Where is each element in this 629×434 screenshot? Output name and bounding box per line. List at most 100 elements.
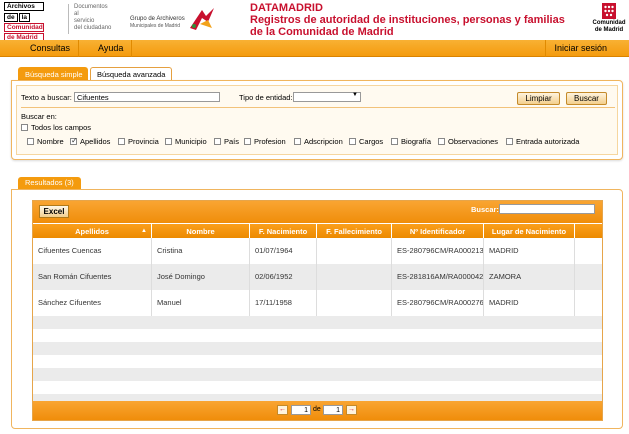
grid-pager: ← de → [33, 401, 602, 420]
tab-resultados[interactable]: Resultados (3) [18, 177, 81, 189]
empty-row [33, 342, 602, 355]
cm-label: de Madrid [594, 27, 624, 33]
field-label: Adscripcion [304, 137, 343, 146]
col-apellidos[interactable]: Apellidos ▲ [33, 224, 152, 239]
cell: Cifuentes Cuencas [33, 238, 152, 264]
field-label: Nombre [37, 137, 64, 146]
col-f-nacimiento[interactable]: F. Nacimiento [250, 224, 317, 239]
grid-toolbar: Excel Buscar: [33, 201, 602, 223]
cell: Sánchez Cifuentes [33, 290, 152, 316]
texto-label: Texto a buscar: [21, 93, 72, 102]
grupo-archiveros-logo[interactable]: Grupo de Archiveros Municipales de Madri… [130, 16, 185, 30]
logo-line: Comunidad [4, 23, 44, 32]
grid-search-input[interactable] [499, 204, 595, 214]
grupo-line: Municipales de Madrid [130, 23, 181, 29]
logo-line: de [4, 13, 18, 22]
empty-row [33, 368, 602, 381]
tab-busqueda-simple[interactable]: Búsqueda simple [18, 67, 88, 80]
comunidad-madrid-logo[interactable]: Comunidad de Madrid [592, 3, 626, 35]
field-label: País [224, 137, 240, 146]
col-lugar-nacimiento[interactable]: Lugar de Nacimiento [484, 224, 575, 239]
chevron-down-icon: ▼ [352, 92, 358, 98]
field-label: Municipio [175, 137, 207, 146]
todos-checkbox[interactable] [21, 124, 28, 131]
cell: MADRID [484, 238, 575, 264]
tipo-select[interactable]: ▼ [293, 92, 361, 102]
cell: ES-280796CM/RA000213 [392, 238, 484, 264]
cargos-checkbox[interactable] [349, 138, 356, 145]
excel-button[interactable]: Excel [39, 205, 69, 218]
cell: José Domingo [152, 264, 250, 290]
nav-login[interactable]: Iniciar sesión [545, 40, 615, 57]
grid-header: Apellidos ▲ Nombre F. Nacimiento F. Falle… [33, 223, 602, 239]
docs-line: del ciudadano [74, 25, 112, 31]
grid-rows: Cifuentes Cuencas Cristina 01/07/1964 ES… [33, 238, 602, 401]
cell: ES-280796CM/RA000276 [392, 290, 484, 316]
logo-line: Archivos [4, 2, 44, 11]
title-sub: de la Comunidad de Madrid [250, 26, 394, 38]
table-row[interactable]: San Román Cifuentes José Domingo 02/06/1… [33, 264, 602, 290]
tab-busqueda-avanzada[interactable]: Búsqueda avanzada [90, 67, 172, 80]
grupo-line: Grupo de Archiveros [130, 16, 185, 22]
field-label: Provincia [128, 137, 159, 146]
texto-input[interactable] [74, 92, 220, 102]
title-main: DATAMADRID [250, 2, 323, 14]
nav-consultas[interactable]: Consultas [22, 40, 80, 57]
cell [317, 264, 392, 290]
limpiar-button[interactable]: Limpiar [517, 92, 560, 105]
pager-of-label: de [313, 406, 321, 413]
observaciones-checkbox[interactable] [438, 138, 445, 145]
page-input[interactable] [291, 405, 311, 415]
cm-label: Comunidad [592, 20, 626, 26]
table-row[interactable]: Sánchez Cifuentes Manuel 17/11/1958 ES-2… [33, 290, 602, 316]
buscar-en-label: Buscar en: [21, 112, 57, 121]
search-panel: Texto a buscar: Tipo de entidad: ▼ Limpi… [11, 80, 623, 160]
pais-checkbox[interactable] [214, 138, 221, 145]
cell [317, 290, 392, 316]
col-label: Apellidos [75, 227, 109, 236]
apellidos-checkbox[interactable] [70, 136, 78, 145]
profesion-checkbox[interactable] [244, 138, 251, 145]
cell: 02/06/1952 [250, 264, 317, 290]
biografia-checkbox[interactable] [391, 138, 398, 145]
nav-ayuda[interactable]: Ayuda [90, 40, 133, 57]
app-header: Archivos de la Comunidad de Madrid Docume… [0, 0, 629, 42]
field-label: Entrada autorizada [516, 137, 580, 146]
docs-tagline: Documentos al servicio del ciudadano [68, 4, 128, 34]
col-nombre[interactable]: Nombre [152, 224, 250, 239]
title-sub: Registros de autoridad de instituciones,… [250, 14, 565, 26]
buscar-button[interactable]: Buscar [566, 92, 607, 105]
field-label: Biografía [401, 137, 432, 146]
municipio-checkbox[interactable] [165, 138, 172, 145]
cell: 17/11/1958 [250, 290, 317, 316]
archivos-logo[interactable]: Archivos de la Comunidad de Madrid [4, 2, 44, 42]
prev-page-button[interactable]: ← [277, 405, 288, 415]
empty-row [33, 329, 602, 342]
adscripcion-checkbox[interactable] [294, 138, 301, 145]
field-label: Cargos [359, 137, 384, 146]
next-page-button[interactable]: → [346, 405, 357, 415]
provincia-checkbox[interactable] [118, 138, 125, 145]
cell: San Román Cifuentes [33, 264, 152, 290]
search-form: Texto a buscar: Tipo de entidad: ▼ Limpi… [16, 85, 618, 155]
empty-row [33, 316, 602, 329]
empty-row [33, 394, 602, 401]
col-identificador[interactable]: Nº Identificador [392, 224, 484, 239]
stars-icon [602, 3, 616, 19]
cell [317, 238, 392, 264]
col-f-fallecimiento[interactable]: F. Fallecimiento [317, 224, 392, 239]
page-title: DATAMADRID Registros de autoridad de ins… [250, 2, 565, 38]
field-label: Observaciones [448, 137, 499, 146]
grid-search-label: Buscar: [471, 205, 499, 214]
results-panel: Excel Buscar: Apellidos ▲ Nombre F. Nacim… [11, 189, 623, 429]
table-row[interactable]: Cifuentes Cuencas Cristina 01/07/1964 ES… [33, 238, 602, 264]
main-nav: Consultas Ayuda Iniciar sesión [0, 40, 629, 57]
empty-row [33, 381, 602, 394]
entrada-autorizada-checkbox[interactable] [506, 138, 513, 145]
cell: ZAMORA [484, 264, 575, 290]
logo-line: la [18, 13, 31, 22]
results-grid: Excel Buscar: Apellidos ▲ Nombre F. Nacim… [32, 200, 603, 421]
field-label: Profesion [254, 137, 286, 146]
docs-line: al [74, 11, 79, 17]
nombre-checkbox[interactable] [27, 138, 34, 145]
